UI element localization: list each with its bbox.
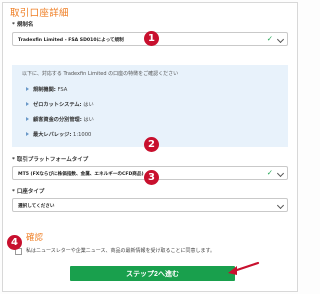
marker-2: 2 bbox=[144, 137, 159, 152]
confirm-title: 確認 bbox=[26, 233, 44, 243]
regulator-value: Tradexfin Limited - FSA SD010によって規制 bbox=[18, 37, 124, 43]
account-type-value: 選択してください bbox=[18, 203, 55, 209]
platform-label: * 取引プラットフォームタイプ bbox=[12, 157, 89, 163]
info-item: 規制機関: FSA bbox=[26, 86, 67, 93]
marker-1: 1 bbox=[144, 31, 159, 46]
platform-value: MT5 (FXならびに株価指数、金属、エネルギーのCFD商品) bbox=[18, 171, 144, 177]
chevron-down-icon bbox=[276, 169, 285, 178]
account-type-label: * 口座タイプ bbox=[12, 189, 45, 195]
check-icon: ✓ bbox=[266, 168, 273, 177]
bullet-icon bbox=[26, 87, 29, 91]
info-item: ゼロカットシステム: はい bbox=[26, 101, 94, 108]
check-icon: ✓ bbox=[266, 34, 273, 43]
bullet-icon bbox=[26, 132, 29, 136]
info-item: 最大レバレッジ: 1:1000 bbox=[26, 131, 91, 138]
info-item: 顧客資金の分別管理: はい bbox=[26, 116, 94, 123]
consent-text: 私はニュースレターや企業ニュース、商品の最新情報を受け取ることに同意します。 bbox=[26, 248, 216, 254]
bullet-icon bbox=[26, 117, 29, 121]
marker-4: 4 bbox=[7, 235, 22, 250]
section-title: 取引口座詳細 bbox=[10, 8, 69, 19]
next-step-button[interactable]: ステップ2へ進む bbox=[70, 266, 235, 281]
account-info-box: 以下に、対応する Tradexfin Limited の口座の特徴をご確認くださ… bbox=[12, 65, 288, 147]
chevron-down-icon bbox=[276, 35, 285, 44]
regulator-label: * 規制名 bbox=[12, 22, 34, 28]
chevron-down-icon bbox=[276, 201, 285, 210]
bullet-icon bbox=[26, 102, 29, 106]
arrow-icon bbox=[228, 261, 260, 275]
account-type-select[interactable]: 選択してください bbox=[12, 198, 288, 212]
info-intro: 以下に、対応する Tradexfin Limited の口座の特徴をご確認くださ… bbox=[22, 71, 179, 77]
marker-3: 3 bbox=[144, 170, 159, 185]
